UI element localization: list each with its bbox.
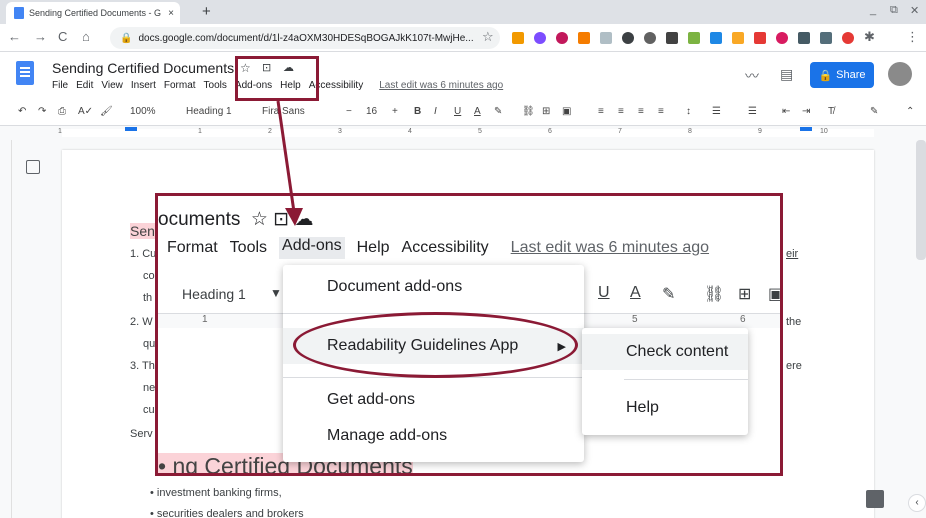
annotation-ellipse (293, 312, 578, 378)
annotation-arrow (276, 100, 303, 226)
